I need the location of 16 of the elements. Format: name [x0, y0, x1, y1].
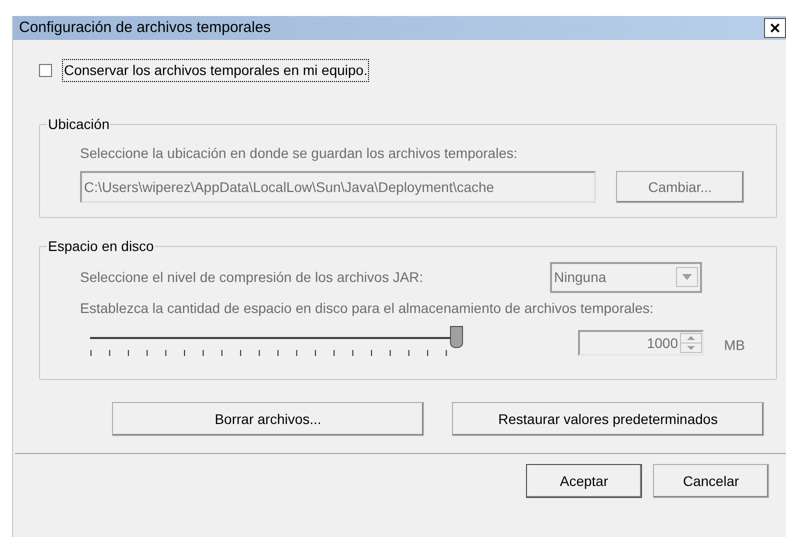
action-button[interactable]: Borrar archivos...	[112, 402, 424, 436]
group-title: Espacio en disco	[47, 237, 155, 256]
unit-label: MB	[724, 336, 745, 354]
space-prompt: Establezca la cantidad de espacio en disco para el almacenamiento de archivos temporales:	[80, 299, 655, 318]
dialog-button[interactable]: Cancelar	[653, 464, 769, 498]
spinner-arrows-icon	[680, 333, 702, 353]
action-button[interactable]: Restaurar valores predeterminados	[452, 402, 764, 436]
location-prompt: Seleccione la ubicación en donde se guardan los archivos temporales:	[80, 144, 518, 163]
dialog-button[interactable]: Aceptar	[526, 464, 642, 498]
checkbox[interactable]	[39, 64, 52, 76]
window-title: Configuración de archivos temporales	[19, 18, 271, 38]
dropdown-arrow-icon	[682, 274, 692, 280]
checkbox-label[interactable]: Conservar los archivos temporales en mi equipo.	[62, 58, 370, 82]
group-title: Ubicación	[47, 115, 110, 134]
compression-prompt: Seleccione el nivel de compresión de los archivos JAR:	[80, 268, 424, 287]
close-button[interactable]: ×	[764, 18, 786, 38]
